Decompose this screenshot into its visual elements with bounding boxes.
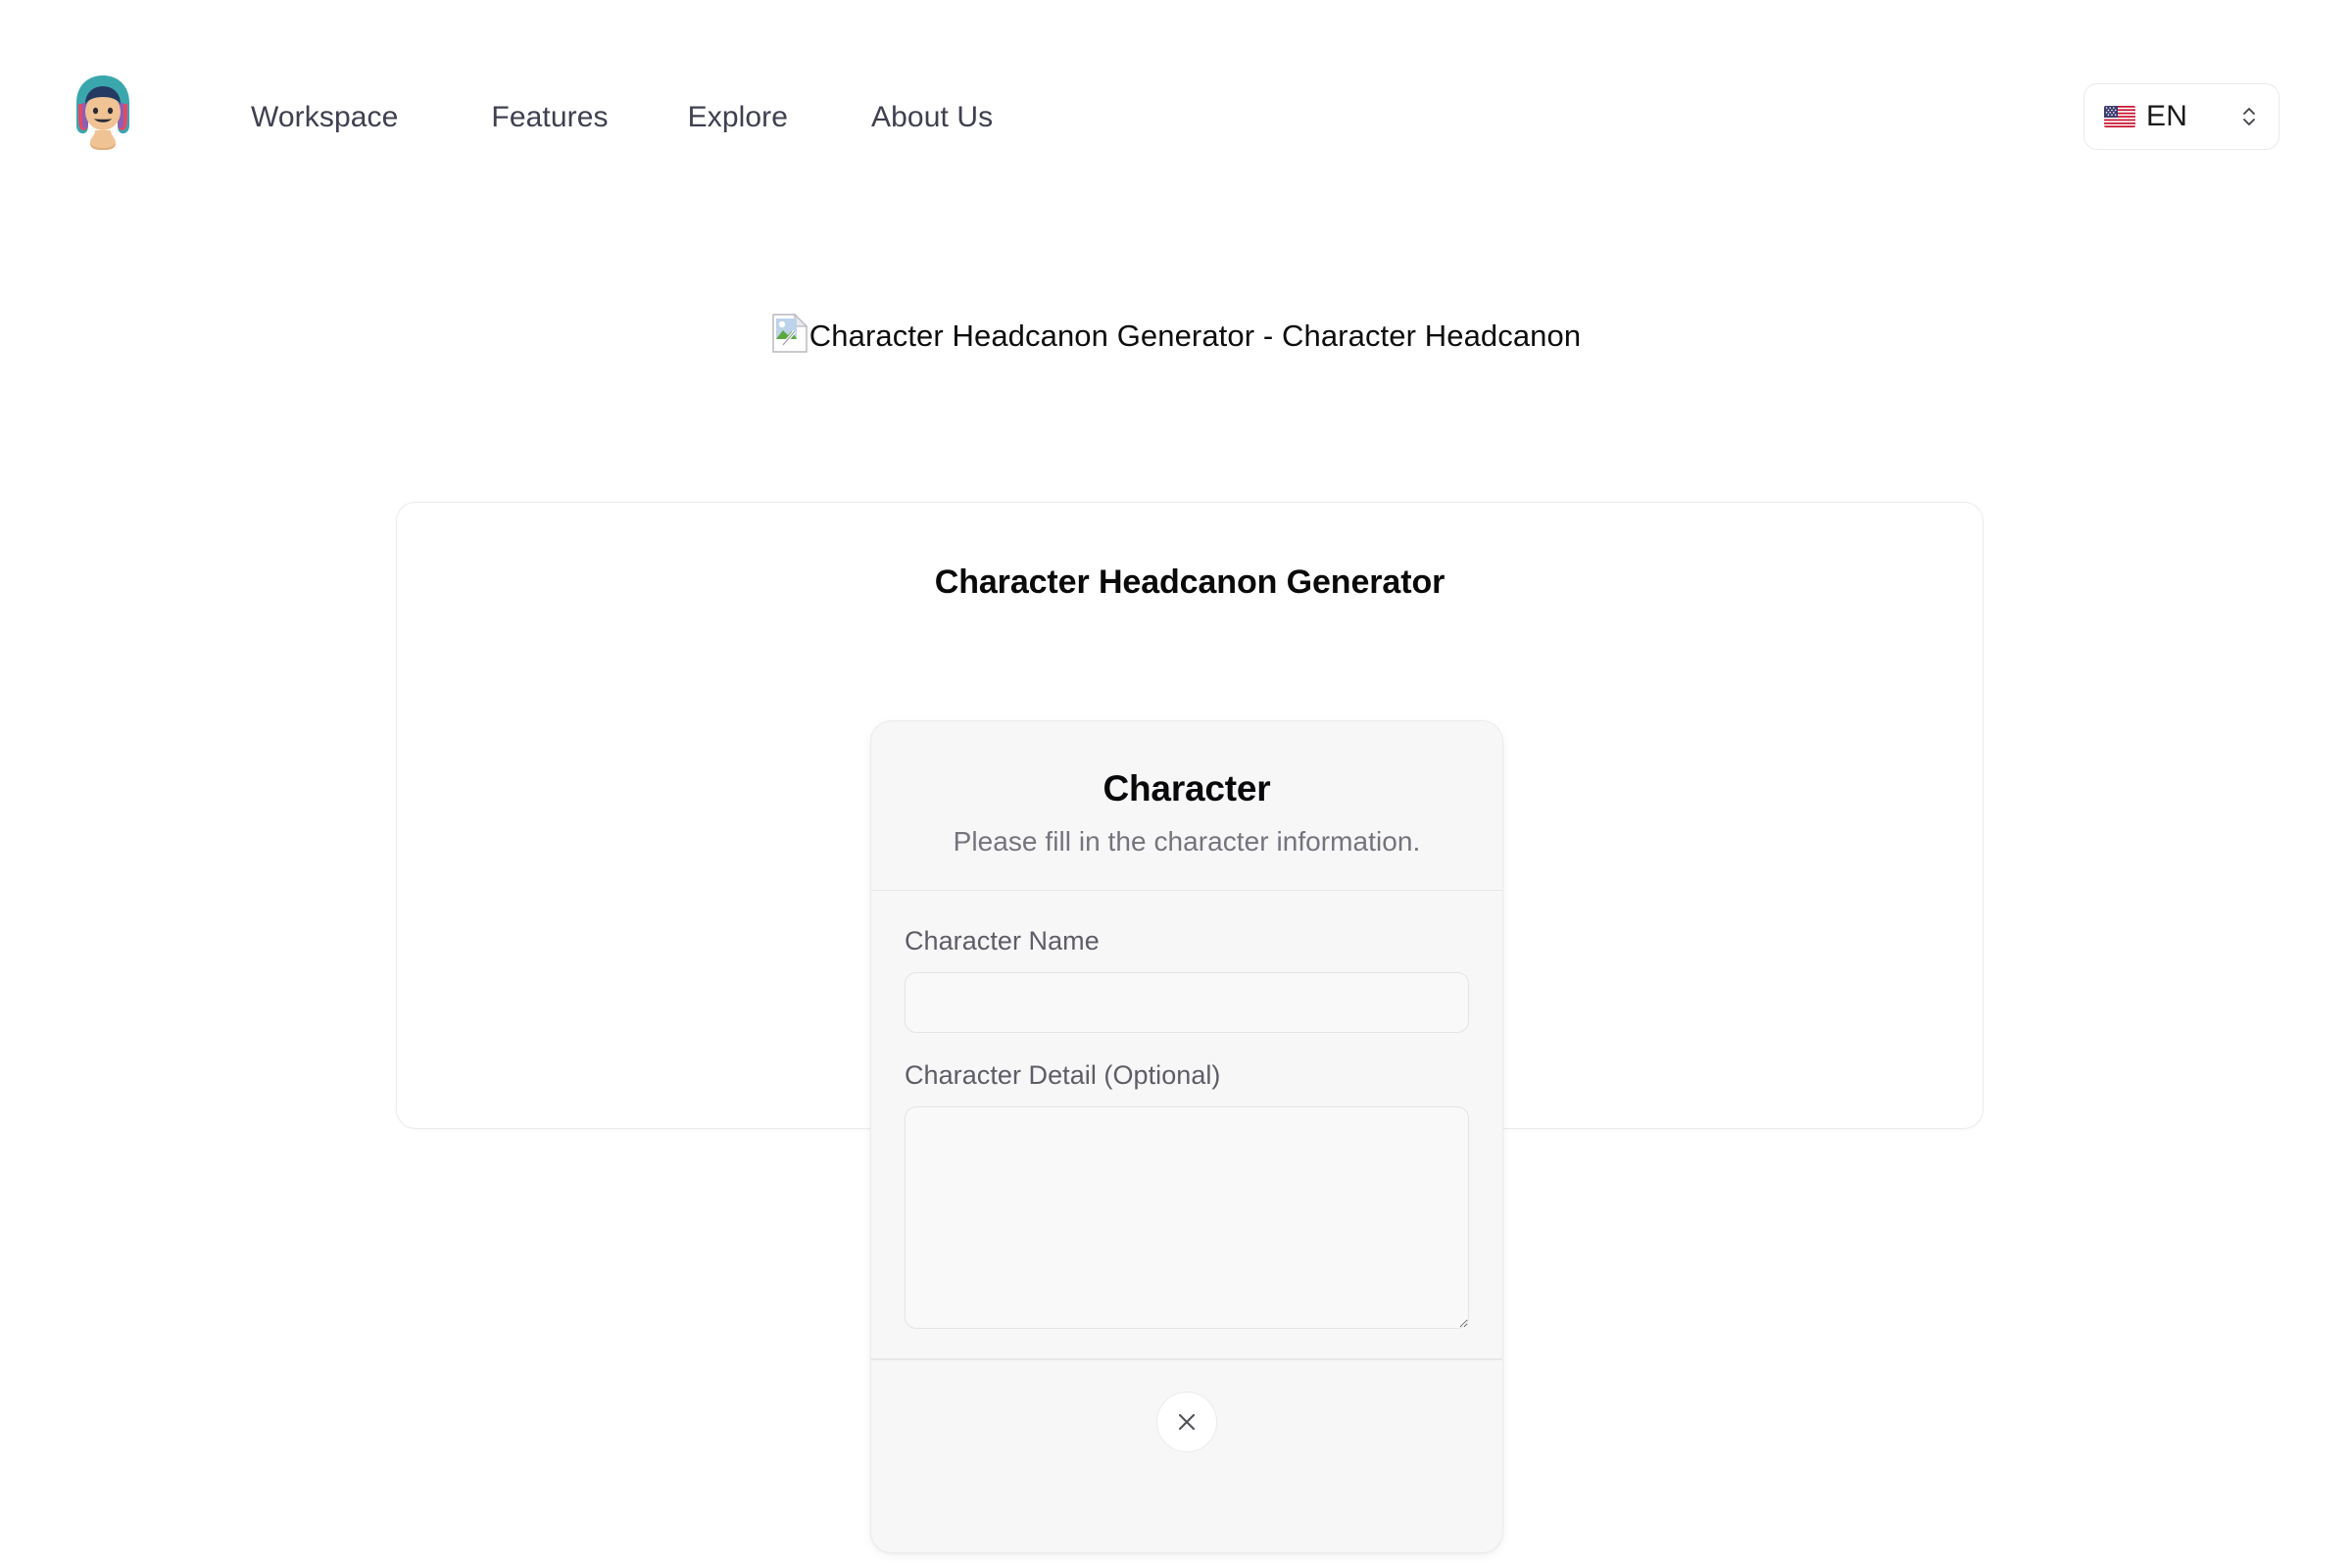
- character-card-footer: [871, 1360, 1502, 1488]
- close-x-icon: [1174, 1409, 1200, 1435]
- nav-link-explore[interactable]: Explore: [688, 96, 788, 139]
- character-name-field-group: Character Name: [905, 924, 1469, 1034]
- character-card-header: Character Please fill in the character i…: [871, 721, 1502, 890]
- us-flag-icon: [2104, 106, 2135, 127]
- character-detail-field-group: Character Detail (Optional): [905, 1058, 1469, 1330]
- character-card-subtitle: Please fill in the character information…: [953, 826, 1421, 858]
- hero-broken-image-alt: Character Headcanon Generator - Characte…: [745, 312, 1607, 361]
- language-code-label: EN: [2146, 100, 2188, 132]
- character-form-card: Character Please fill in the character i…: [870, 720, 1503, 1553]
- character-detail-textarea[interactable]: [905, 1106, 1469, 1330]
- hero-alt-text: Character Headcanon Generator - Characte…: [808, 318, 1582, 353]
- character-name-label: Character Name: [905, 926, 1100, 956]
- character-detail-label: Character Detail (Optional): [905, 1060, 1221, 1091]
- broken-image-icon: [771, 314, 808, 353]
- site-header: Workspace Features Explore About Us EN: [0, 0, 2352, 184]
- chevron-up-down-icon: [2239, 102, 2259, 131]
- character-avatar-logo-icon[interactable]: [67, 73, 139, 151]
- character-form-body: Character Name Character Detail (Optiona…: [871, 891, 1502, 1358]
- close-button[interactable]: [1156, 1391, 1217, 1452]
- nav-link-about-us[interactable]: About Us: [871, 96, 993, 139]
- nav-link-workspace[interactable]: Workspace: [251, 96, 398, 139]
- language-selector[interactable]: EN: [2083, 83, 2279, 150]
- character-card-title: Character: [1102, 768, 1271, 808]
- nav-link-features[interactable]: Features: [491, 96, 608, 139]
- character-name-input[interactable]: [905, 972, 1469, 1034]
- main-navigation: Workspace Features Explore About Us: [251, 96, 993, 139]
- page-title: Character Headcanon Generator: [934, 564, 1446, 601]
